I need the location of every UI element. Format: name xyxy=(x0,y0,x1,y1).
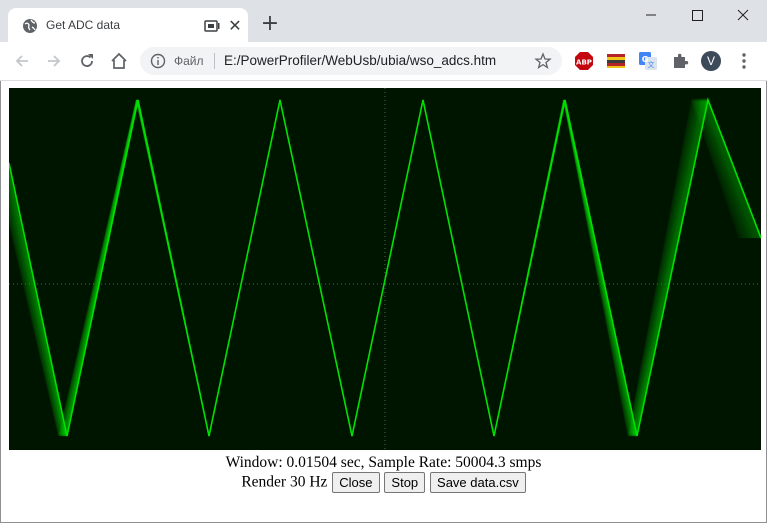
window-sample-rate-status: Window: 0.01504 sec, Sample Rate: 50004.… xyxy=(225,454,542,471)
forward-icon[interactable] xyxy=(44,51,64,71)
globe-icon xyxy=(23,19,37,33)
close-button[interactable]: Close xyxy=(332,472,380,493)
tab-title: Get ADC data xyxy=(46,18,121,32)
render-rate-label: Render 30 Hz xyxy=(241,473,328,491)
browser-toolbar: Файл E:/PowerProfiler/WebUsb/ubia/wso_ad… xyxy=(0,42,767,81)
media-icon[interactable] xyxy=(204,18,220,34)
profile-avatar[interactable]: V xyxy=(701,51,721,71)
address-bar[interactable]: Файл E:/PowerProfiler/WebUsb/ubia/wso_ad… xyxy=(140,47,562,75)
tab-strip: Get ADC data ✕ + xyxy=(0,0,767,42)
new-tab-icon[interactable]: + xyxy=(260,13,280,35)
translate-icon[interactable]: G 文 xyxy=(638,51,658,71)
render-controls: Render 30 Hz Close Stop Save data.csv xyxy=(0,472,767,493)
minimize-icon[interactable] xyxy=(628,0,674,30)
save-csv-button[interactable]: Save data.csv xyxy=(430,472,526,493)
url-text[interactable]: E:/PowerProfiler/WebUsb/ubia/wso_adcs.ht… xyxy=(224,53,496,68)
scheme-label: Файл xyxy=(174,54,204,68)
adblock-plus-icon[interactable]: ABP xyxy=(574,51,594,71)
close-window-icon[interactable] xyxy=(720,0,766,30)
tab-get-adc-data[interactable]: Get ADC data ✕ xyxy=(8,8,248,42)
more-menu-icon[interactable] xyxy=(736,51,752,71)
bookmark-star-icon[interactable] xyxy=(534,52,552,70)
svg-text:ABP: ABP xyxy=(576,59,592,67)
stop-button[interactable]: Stop xyxy=(384,472,426,493)
omnibox-divider xyxy=(214,53,215,69)
extensions-puzzle-icon[interactable] xyxy=(670,51,690,71)
flag-extension-icon[interactable] xyxy=(606,51,626,71)
adc-waveform-display[interactable] xyxy=(9,88,761,450)
maximize-icon[interactable] xyxy=(674,0,720,30)
close-tab-icon[interactable]: ✕ xyxy=(226,17,244,35)
back-icon[interactable] xyxy=(12,51,32,71)
reload-icon[interactable] xyxy=(77,51,97,71)
home-icon[interactable] xyxy=(109,51,129,71)
svg-text:文: 文 xyxy=(648,60,655,69)
info-icon[interactable] xyxy=(150,53,166,69)
